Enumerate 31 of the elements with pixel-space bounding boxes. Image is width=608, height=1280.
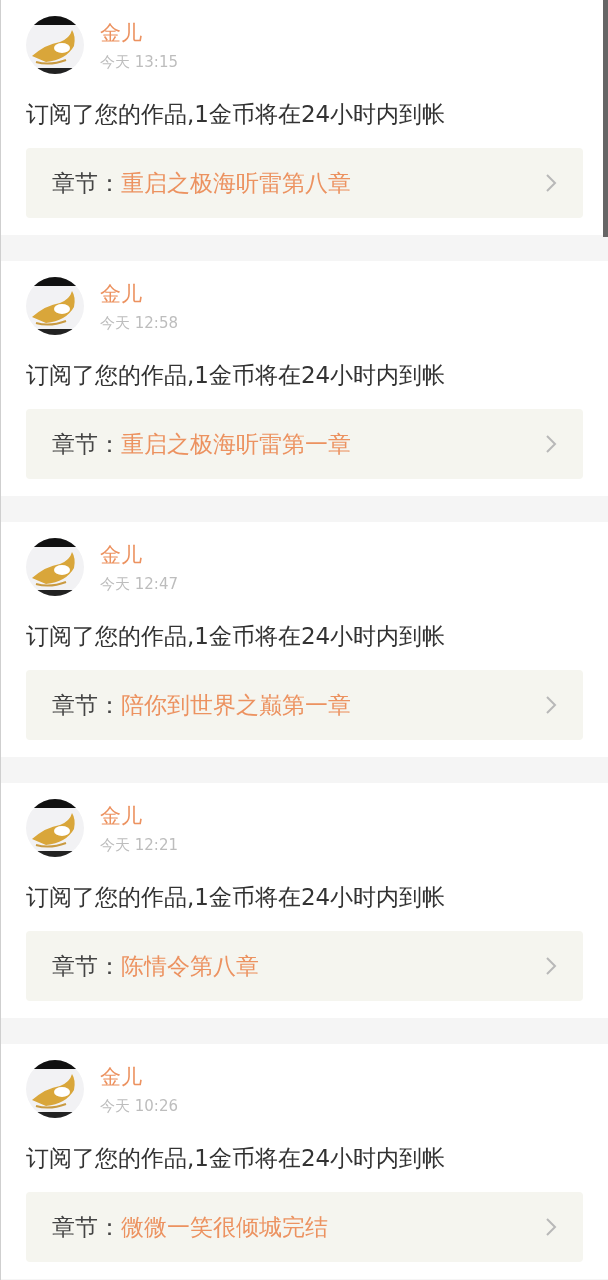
- notification-message: 订阅了您的作品,1金币将在24小时内到帐: [26, 883, 447, 912]
- timestamp: 今天 10:26: [100, 1096, 178, 1116]
- chapter-link[interactable]: 章节：重启之极海听雷第一章: [26, 409, 583, 479]
- notification-message: 订阅了您的作品,1金币将在24小时内到帐: [26, 100, 447, 129]
- chapter-title: 陈情令第八章: [121, 951, 260, 981]
- timestamp: 今天 12:58: [100, 313, 178, 333]
- chapter-title: 重启之极海听雷第一章: [121, 429, 352, 459]
- chevron-right-icon: [545, 695, 557, 715]
- notification-message: 订阅了您的作品,1金币将在24小时内到帐: [26, 622, 447, 651]
- chapter-link[interactable]: 章节：微微一笑很倾城完结: [26, 1192, 583, 1262]
- chapter-label: 章节：: [52, 1212, 121, 1242]
- notification-message: 订阅了您的作品,1金币将在24小时内到帐: [26, 1144, 447, 1173]
- chapter-label: 章节：: [52, 168, 121, 198]
- chevron-right-icon: [545, 956, 557, 976]
- chapter-link[interactable]: 章节：陪你到世界之巅第一章: [26, 670, 583, 740]
- chapter-title: 微微一笑很倾城完结: [121, 1212, 329, 1242]
- chevron-right-icon: [545, 434, 557, 454]
- scrollbar[interactable]: [603, 0, 608, 237]
- timestamp: 今天 13:15: [100, 52, 178, 72]
- timestamp: 今天 12:47: [100, 574, 178, 594]
- chapter-title: 陪你到世界之巅第一章: [121, 690, 352, 720]
- chapter-title: 重启之极海听雷第八章: [121, 168, 352, 198]
- chevron-right-icon: [545, 1217, 557, 1237]
- chapter-link[interactable]: 章节：陈情令第八章: [26, 931, 583, 1001]
- chapter-label: 章节：: [52, 951, 121, 981]
- chapter-label: 章节：: [52, 429, 121, 459]
- chevron-right-icon: [545, 173, 557, 193]
- chapter-label: 章节：: [52, 690, 121, 720]
- timestamp: 今天 12:21: [100, 835, 178, 855]
- chapter-link[interactable]: 章节：重启之极海听雷第八章: [26, 148, 583, 218]
- notification-message: 订阅了您的作品,1金币将在24小时内到帐: [26, 361, 447, 390]
